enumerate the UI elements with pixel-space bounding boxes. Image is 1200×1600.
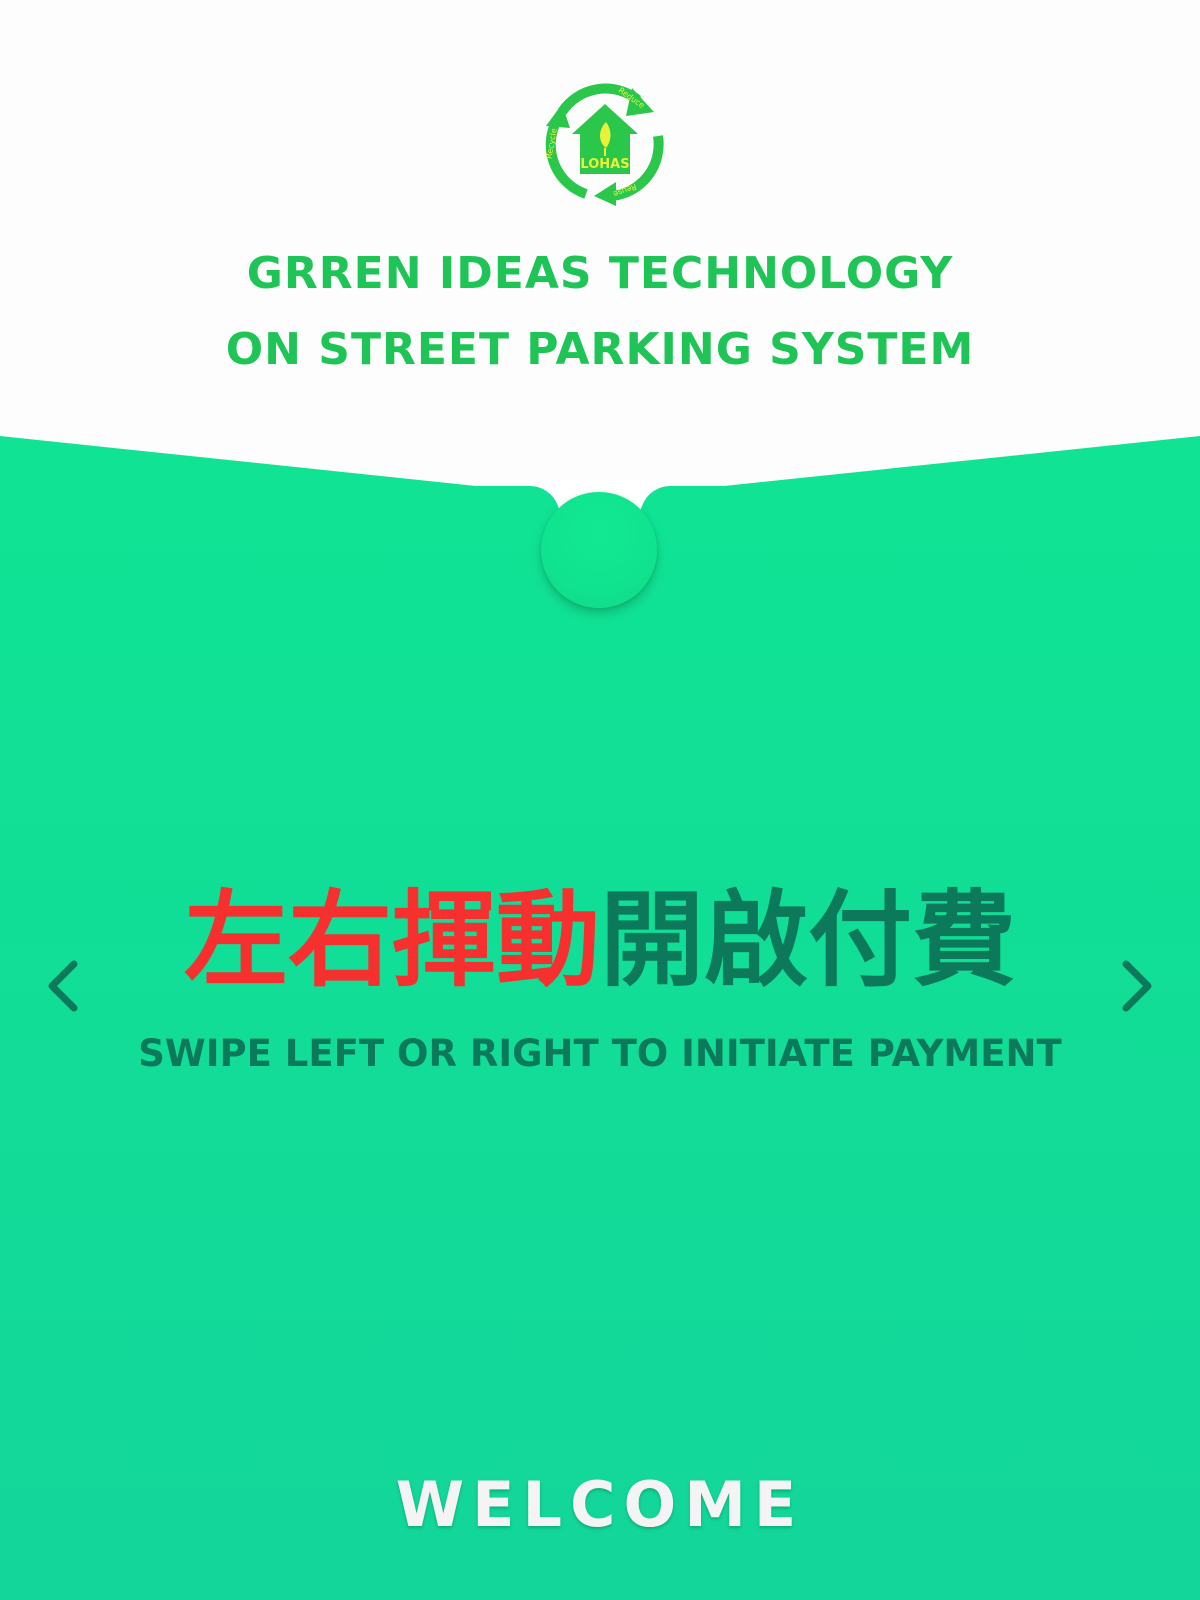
chevron-left-icon[interactable]	[44, 956, 84, 1016]
swipe-instruction-subtitle: SWIPE LEFT OR RIGHT TO INITIATE PAYMENT	[138, 1032, 1062, 1075]
swipe-handle[interactable]	[541, 492, 657, 608]
chevron-right-icon[interactable]	[1116, 956, 1156, 1016]
payment-screen: LOHAS Reduce Recycle Reuse GRREN IDEAS T…	[0, 0, 1200, 1600]
headline-red-part: 左右揮動	[183, 879, 600, 1001]
welcome-text: WELCOME	[395, 1468, 805, 1541]
green-panel	[0, 436, 1200, 1600]
swipe-instruction-headline: 左右揮動開啟付費	[0, 880, 1200, 1000]
headline-dark-part: 開啟付費	[600, 879, 1017, 1001]
